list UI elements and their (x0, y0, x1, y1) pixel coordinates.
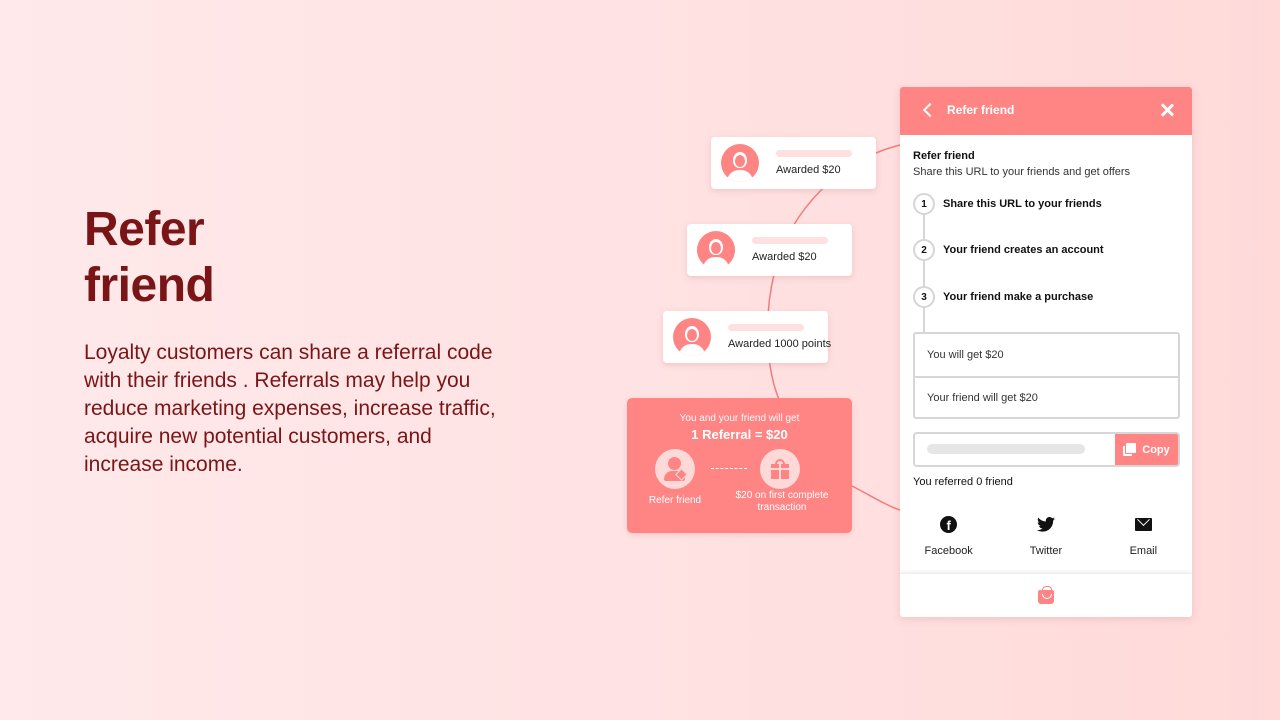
rewards-box: You will get $20 Your friend will get $2… (913, 332, 1180, 419)
panel-header: Refer friend (900, 87, 1192, 135)
url-placeholder-bar (927, 444, 1085, 454)
award-card: Awarded 1000 points (663, 311, 832, 363)
step-text: Your friend creates an account (943, 244, 1104, 256)
man-tie-avatar-icon (673, 318, 711, 356)
share-options: f Facebook Twitter Email (900, 515, 1192, 557)
hero-title-line1: Refer (84, 203, 205, 256)
steps-connector-line (923, 205, 925, 333)
hero-title-line2: friend (84, 259, 215, 312)
facebook-icon: f (940, 515, 958, 533)
back-chevron-icon[interactable] (920, 101, 936, 121)
panel-title: Refer friend (947, 103, 1015, 117)
share-facebook-button[interactable]: f Facebook (900, 515, 997, 557)
step-item: 2 Your friend creates an account (913, 239, 1104, 261)
section-description: Share this URL to your friends and get o… (913, 166, 1131, 178)
promo-subtitle: You and your friend will get (679, 413, 800, 424)
step-number: 2 (913, 239, 935, 261)
award-label: Awarded $20 (776, 164, 841, 176)
step-number: 3 (913, 286, 935, 308)
share-email-button[interactable]: Email (1095, 515, 1192, 557)
bearded-man-avatar-icon (697, 231, 735, 269)
name-placeholder-bar (776, 150, 852, 157)
share-label: Facebook (924, 545, 973, 557)
referral-promo-card: You and your friend will get 1 Referral … (627, 398, 852, 533)
name-placeholder-bar (752, 237, 828, 244)
copy-icon (1123, 443, 1137, 456)
dashed-divider (711, 468, 747, 469)
share-label: Email (1129, 545, 1158, 557)
hero-title: Refer friend (84, 202, 384, 314)
referral-url-field[interactable]: Copy (913, 432, 1180, 467)
copy-label: Copy (1142, 443, 1170, 456)
shopping-bag-icon[interactable] (1038, 586, 1054, 604)
refer-friend-panel: Refer friend Refer friend Share this URL… (900, 87, 1192, 617)
woman-avatar-icon (721, 144, 759, 182)
name-placeholder-bar (728, 324, 804, 331)
step-item: 3 Your friend make a purchase (913, 286, 1093, 308)
step-text: Share this URL to your friends (943, 198, 1102, 210)
gift-icon (760, 449, 800, 489)
panel-footer (900, 573, 1192, 617)
promo-right-caption: $20 on first complete transaction (735, 490, 829, 513)
award-card: Awarded $20 (687, 224, 852, 276)
share-twitter-button[interactable]: Twitter (997, 515, 1094, 557)
award-label: Awarded $20 (752, 251, 817, 263)
close-icon[interactable] (1158, 101, 1176, 119)
copy-button[interactable]: Copy (1115, 434, 1178, 465)
reward-you: You will get $20 (927, 349, 1004, 361)
step-number: 1 (913, 193, 935, 215)
promo-left-caption: Refer friend (648, 495, 702, 506)
referred-count: You referred 0 friend (913, 476, 1013, 488)
twitter-icon (1036, 516, 1055, 532)
reward-friend: Your friend will get $20 (915, 376, 1178, 418)
hero-description: Loyalty customers can share a referral c… (84, 341, 496, 476)
email-icon (1134, 517, 1152, 531)
step-item: 1 Share this URL to your friends (913, 193, 1102, 215)
award-card: Awarded $20 (711, 137, 876, 189)
refer-friend-icon (655, 449, 695, 489)
section-title: Refer friend (913, 150, 975, 162)
step-text: Your friend make a purchase (943, 291, 1094, 303)
share-label: Twitter (1029, 545, 1063, 557)
promo-headline: 1 Referral = $20 (691, 427, 788, 442)
award-label: Awarded 1000 points (728, 338, 832, 350)
